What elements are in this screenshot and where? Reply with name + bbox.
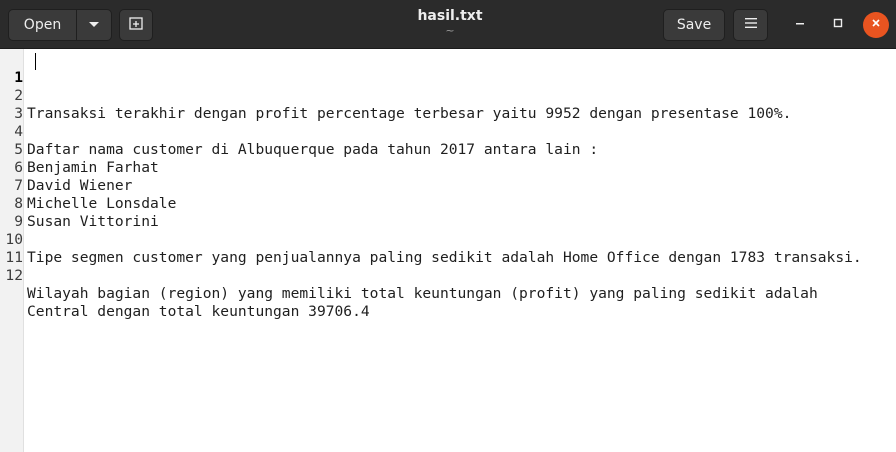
editor-line: 6 David Wiener [0,141,896,194]
text-editor-area[interactable]: 1 2 Transaksi terakhir dengan profit per… [0,49,896,452]
editor-line: 7 Michelle Lonsdale [0,159,896,212]
editor-line: 3 [0,87,896,122]
editor-line: 9 [0,195,896,230]
open-button[interactable]: Open [8,9,77,41]
text-editor-window: Open hasil.txt ~ Save 1 2 Transaksi tera… [0,0,896,452]
header-bar: Open hasil.txt ~ Save [0,0,896,49]
editor-line: 8 Susan Vittorini [0,177,896,230]
minimize-button[interactable] [784,9,816,41]
new-document-button[interactable] [119,9,153,41]
main-menu-button[interactable] [733,9,768,41]
minimize-icon [794,16,806,34]
editor-line: 12 Wilayah bagian (region) yang memiliki… [0,249,896,302]
editor-line-wrapped: Central dengan total keuntungan 39706.4 [0,267,896,320]
editor-line: 10 Tipe segmen customer yang penjualanny… [0,213,896,266]
hamburger-menu-icon [744,17,758,33]
close-button[interactable] [863,12,889,38]
line-text: Wilayah bagian (region) yang memiliki to… [27,285,818,302]
window-title: hasil.txt [417,8,483,24]
close-icon [870,16,882,34]
editor-line: 4 Daftar nama customer di Albuquerque pa… [0,105,896,158]
line-text: Central dengan total keuntungan 39706.4 [27,303,370,320]
save-button[interactable]: Save [663,9,725,41]
text-cursor [35,53,36,70]
new-tab-icon [128,15,144,35]
open-menu-button[interactable] [76,9,112,41]
editor-line: 1 [0,51,896,86]
editor-line: 5 Benjamin Farhat [0,123,896,176]
chevron-down-icon [88,17,100,33]
save-button-label: Save [676,17,712,33]
editor-line: 2 Transaksi terakhir dengan profit perce… [0,69,896,122]
window-title-area: hasil.txt ~ [300,7,600,37]
maximize-icon [832,16,844,34]
editor-line: 11 [0,231,896,266]
open-button-label: Open [23,17,62,33]
maximize-button[interactable] [822,9,854,41]
window-subtitle: ~ [445,24,455,37]
